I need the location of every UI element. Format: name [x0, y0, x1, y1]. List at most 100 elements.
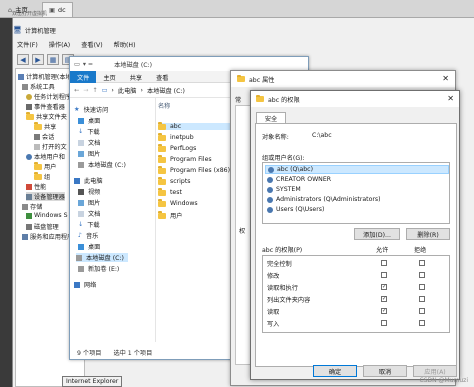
permission-row: 列出文件夹内容 ✓: [263, 294, 449, 304]
add-button[interactable]: 添加(D)...: [354, 228, 400, 240]
computer-icon: 🖥: [13, 26, 22, 34]
file-row[interactable]: 用户: [158, 211, 182, 220]
tab-general[interactable]: 常: [235, 95, 241, 104]
tree-item[interactable]: 组: [34, 172, 50, 181]
nav-item[interactable]: 桌面: [78, 242, 100, 251]
nav-item[interactable]: 图片: [78, 149, 100, 158]
cancel-button[interactable]: 取消: [363, 365, 407, 377]
back-arrow-icon[interactable]: ←: [74, 87, 79, 94]
file-row-selected[interactable]: abc: [158, 122, 230, 130]
tree-item[interactable]: 用户: [34, 162, 56, 171]
up-arrow-icon[interactable]: ↑: [92, 87, 97, 94]
video-icon: [78, 188, 84, 195]
allow-checkbox[interactable]: [381, 272, 387, 278]
group-row[interactable]: CREATOR OWNER: [265, 175, 449, 184]
nav-network[interactable]: 网络: [74, 280, 96, 289]
breadcrumb-drive[interactable]: 本地磁盘 (C:): [147, 86, 185, 95]
tree-label: 会话: [42, 134, 55, 141]
file-row[interactable]: scripts: [158, 177, 190, 185]
nav-item[interactable]: ♪ 音乐: [78, 231, 98, 240]
file-row[interactable]: Windows: [158, 199, 198, 207]
ribbon-tab-file[interactable]: 文件: [70, 71, 97, 83]
group-row[interactable]: Administrators (Q\Administrators): [265, 195, 449, 204]
allow-checkbox[interactable]: [381, 260, 387, 266]
deny-checkbox[interactable]: [419, 272, 425, 278]
nav-item[interactable]: 本地磁盘 (C:): [78, 160, 126, 169]
apply-button[interactable]: 应用(A): [413, 365, 457, 377]
forward-icon[interactable]: ▶: [32, 54, 44, 65]
nav-label: 桌面: [88, 244, 101, 251]
deny-checkbox[interactable]: [419, 296, 425, 302]
deny-checkbox[interactable]: [419, 320, 425, 326]
file-row[interactable]: inetpub: [158, 133, 194, 141]
deny-checkbox[interactable]: [419, 284, 425, 290]
tree-item[interactable]: 系统工具: [22, 82, 55, 91]
nav-item-selected[interactable]: 本地磁盘 (C:): [76, 253, 128, 262]
nav-item[interactable]: 视频: [78, 187, 100, 196]
deny-checkbox[interactable]: [419, 308, 425, 314]
file-row[interactable]: PerfLogs: [158, 144, 196, 152]
up-icon[interactable]: ▦: [47, 54, 59, 65]
permissions-titlebar: abc 的权限: [251, 91, 459, 107]
column-header-name[interactable]: 名称: [158, 101, 170, 110]
ribbon-tab-view[interactable]: 查看: [149, 71, 175, 83]
allow-checkbox[interactable]: ✓: [381, 308, 387, 314]
file-row[interactable]: Program Files: [158, 155, 212, 163]
group-row-selected[interactable]: abc (Q\abc): [265, 165, 449, 174]
tree-root[interactable]: 计算机管理(本地): [18, 72, 74, 81]
tree-item[interactable]: 任务计划程序: [26, 92, 71, 101]
file-row[interactable]: Program Files (x86): [158, 166, 230, 174]
tree-item[interactable]: 事件查看器: [26, 102, 65, 111]
tree-item[interactable]: 打开的文: [34, 142, 67, 151]
tree-item[interactable]: 存储: [22, 202, 42, 211]
tree-item[interactable]: 会话: [34, 132, 54, 141]
nav-item[interactable]: 图片: [78, 198, 100, 207]
folder-icon: [34, 122, 42, 130]
tools-icon: [22, 83, 28, 90]
menu-help[interactable]: 帮助(H): [114, 40, 136, 49]
nav-label: 本地磁盘 (C:): [86, 255, 124, 262]
back-icon[interactable]: ◀: [17, 54, 29, 65]
nav-quick-access[interactable]: ★ 快速访问: [74, 105, 108, 114]
menu-view[interactable]: 查看(V): [81, 40, 102, 49]
button-label: 应用(A): [424, 368, 446, 376]
vm-icon: ▣: [49, 6, 56, 14]
tree-item[interactable]: 磁盘管理: [26, 222, 59, 231]
menu-file[interactable]: 文件(F): [17, 40, 38, 49]
nav-item[interactable]: ↓ 下载: [78, 127, 100, 136]
tree-item[interactable]: 共享文件夹: [26, 112, 67, 121]
nav-item[interactable]: ↓ 下载: [78, 220, 100, 229]
tab-label: 查看: [156, 74, 169, 82]
menu-action[interactable]: 操作(A): [49, 40, 70, 49]
nav-item[interactable]: 文档: [78, 138, 100, 147]
group-row[interactable]: Users (Q\Users): [265, 205, 449, 214]
tree-item[interactable]: 服务和应用程序: [22, 232, 73, 241]
tree-item[interactable]: 本地用户和: [26, 152, 65, 161]
close-icon[interactable]: ✕: [442, 74, 449, 83]
allow-checkbox[interactable]: ✓: [381, 284, 387, 290]
tree-item[interactable]: 共享: [34, 122, 56, 131]
nav-item[interactable]: 桌面: [78, 116, 100, 125]
group-name: abc (Q\abc): [277, 166, 313, 173]
remove-button[interactable]: 删除(R): [406, 228, 450, 240]
folder-icon: [26, 112, 34, 120]
nav-this-pc[interactable]: 此电脑: [74, 176, 103, 185]
ribbon-tab-share[interactable]: 共享: [123, 71, 149, 83]
allow-checkbox[interactable]: ✓: [381, 296, 387, 302]
nav-item[interactable]: 文档: [78, 209, 100, 218]
tree-item[interactable]: 性能: [26, 182, 46, 191]
deny-checkbox[interactable]: [419, 260, 425, 266]
nav-item[interactable]: 新加卷 (E:): [78, 264, 119, 273]
close-icon[interactable]: ✕: [447, 94, 454, 103]
ribbon-tab-home[interactable]: 主页: [96, 71, 122, 83]
ok-button[interactable]: 确定: [313, 365, 357, 377]
file-row[interactable]: test: [158, 188, 182, 196]
breadcrumb-pc[interactable]: 此电脑: [118, 86, 137, 95]
cm-titlebar: 🖥 计算机管理: [13, 25, 56, 35]
tree-item[interactable]: 设备管理器: [26, 192, 65, 201]
allow-checkbox[interactable]: [381, 320, 387, 326]
group-row[interactable]: SYSTEM: [265, 185, 449, 194]
drive-icon: ▭: [74, 60, 80, 68]
tree-item[interactable]: Windows S: [26, 212, 68, 219]
forward-arrow-icon[interactable]: →: [83, 87, 88, 94]
